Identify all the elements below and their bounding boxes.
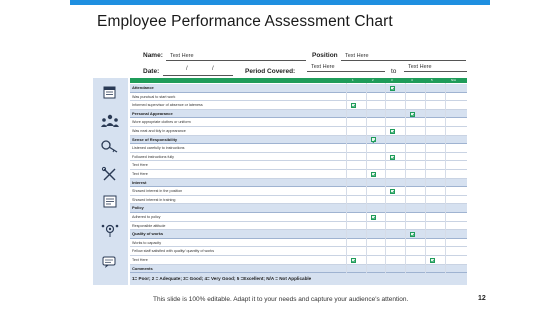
comments-icon <box>102 256 116 268</box>
section-row: Policy <box>130 204 467 213</box>
criteria-label: Text Here <box>132 163 148 168</box>
criteria-label: Adhered to policy <box>132 215 161 219</box>
rating-checkbox-checked[interactable] <box>430 257 435 263</box>
section-label: Comments <box>132 265 153 271</box>
policy-icon <box>103 195 117 208</box>
rating-checkbox-checked[interactable] <box>390 188 395 194</box>
criteria-row: Text Here <box>130 170 467 179</box>
rating-legend: 1= Poor; 2 = Adequate; 3= Good; 4= Very … <box>130 273 467 285</box>
rating-checkbox-checked[interactable] <box>390 128 395 134</box>
date-field[interactable] <box>163 67 233 76</box>
criteria-label: Was neat and tidy in appearance <box>132 129 186 133</box>
rating-checkbox-checked[interactable] <box>371 171 376 177</box>
criteria-label: Listened carefully to instructions <box>132 146 185 151</box>
section-label: Personal Appearance <box>132 110 173 116</box>
rating-column-header: 5 <box>431 78 433 82</box>
assessment-table: 1 2 3 4 5 N/A Attendance Was punctual to start… <box>93 78 467 285</box>
rating-checkbox-checked[interactable] <box>351 257 356 263</box>
criteria-row: Showed interest in training <box>130 196 467 205</box>
section-label: Policy <box>132 205 144 211</box>
quality-icon <box>101 224 119 237</box>
column-divider <box>346 83 347 273</box>
section-row: Quality of works <box>130 230 467 239</box>
criteria-label: Followed instructions fully <box>132 154 175 159</box>
criteria-row: Works to capacity <box>130 239 467 248</box>
criteria-label: Works to capacity <box>132 240 162 245</box>
tools-icon <box>101 166 116 181</box>
rating-header-row: 1 2 3 4 5 N/A <box>130 78 467 83</box>
page-title: Employee Performance Assessment Chart <box>97 13 393 30</box>
criteria-label: Text Here <box>132 258 148 262</box>
date-separator: / <box>186 66 188 72</box>
section-row: Comments <box>130 264 467 274</box>
criteria-row: Adhered to policy <box>130 213 467 222</box>
criteria-row: Text Here <box>130 161 467 170</box>
criteria-row: Listened carefully to instructions <box>130 144 467 153</box>
calendar-icon <box>103 86 116 99</box>
column-divider <box>425 83 426 273</box>
section-label: Quality of works <box>132 231 164 237</box>
rating-column-header: 3 <box>391 78 393 82</box>
period-covered-label: Period Covered: <box>245 68 296 75</box>
column-divider <box>366 83 367 273</box>
period-from-field[interactable]: Text Here <box>307 63 385 72</box>
criteria-row: Wore appropriate clothes or uniform <box>130 118 467 127</box>
criteria-row: Was neat and tidy in appearance <box>130 127 467 136</box>
name-field[interactable]: Text Here <box>166 52 306 61</box>
rating-column-header: 1 <box>352 78 354 82</box>
section-label: Attendance <box>132 85 154 90</box>
section-row: Personal Appearance <box>130 109 467 119</box>
rating-checkbox-checked[interactable] <box>410 231 415 237</box>
criteria-label: Showed interest in training <box>132 197 176 202</box>
column-divider <box>445 83 446 273</box>
criteria-row: Was punctual to start work <box>130 93 467 102</box>
page-number: 12 <box>478 295 486 302</box>
criteria-row: Text Here <box>130 256 467 265</box>
period-to-label: to <box>391 68 397 75</box>
rating-column-header: 4 <box>411 78 413 82</box>
position-label: Position <box>312 52 338 59</box>
date-label: Date: <box>143 68 160 75</box>
criteria-row: Responsible attitude <box>130 222 467 231</box>
period-to-field[interactable]: Text Here <box>404 63 467 72</box>
footer-text: This slide is 100% editable. Adapt it to… <box>153 296 409 303</box>
criteria-label: Text Here <box>132 172 148 176</box>
section-row: Sense of Responsibility <box>130 135 467 145</box>
criteria-row: Showed interest in the position <box>130 187 467 196</box>
rating-checkbox-checked[interactable] <box>390 85 395 91</box>
rating-checkbox-checked[interactable] <box>410 111 415 117</box>
rating-checkbox-checked[interactable] <box>351 102 356 108</box>
name-label: Name: <box>143 52 163 59</box>
criteria-row: Followed instructions fully <box>130 153 467 162</box>
rating-column-header: N/A <box>451 78 457 82</box>
criteria-row: Informed supervisor of absence or latene… <box>130 101 467 110</box>
section-row: Attendance <box>130 84 467 93</box>
criteria-label: Responsible attitude <box>132 223 166 228</box>
column-divider <box>385 83 386 273</box>
criteria-label: Was punctual to start work <box>132 94 176 99</box>
top-accent-bar <box>70 0 490 5</box>
criteria-label: Wore appropriate clothes or uniform <box>132 120 191 125</box>
criteria-row: Fellow staff satisfied with quality/ qua… <box>130 247 467 256</box>
section-label: Sense of Responsibility <box>132 136 178 142</box>
criteria-label: Showed interest in the position <box>132 189 183 194</box>
rating-column-header: 2 <box>372 78 374 82</box>
people-icon <box>101 114 119 127</box>
icon-column <box>93 78 128 285</box>
position-field[interactable]: Text Here <box>341 52 466 61</box>
column-divider <box>405 83 406 273</box>
rating-checkbox-checked[interactable] <box>371 137 376 143</box>
rating-checkbox-checked[interactable] <box>371 214 376 220</box>
criteria-label: Fellow staff satisfied with quality/ qua… <box>132 249 215 254</box>
criteria-label: Informed supervisor of absence or latene… <box>132 103 203 108</box>
date-separator: / <box>212 66 214 72</box>
rating-checkbox-checked[interactable] <box>390 154 395 160</box>
section-label: Interest <box>132 179 147 185</box>
section-row: Interest <box>130 178 467 188</box>
key-icon <box>101 140 118 153</box>
